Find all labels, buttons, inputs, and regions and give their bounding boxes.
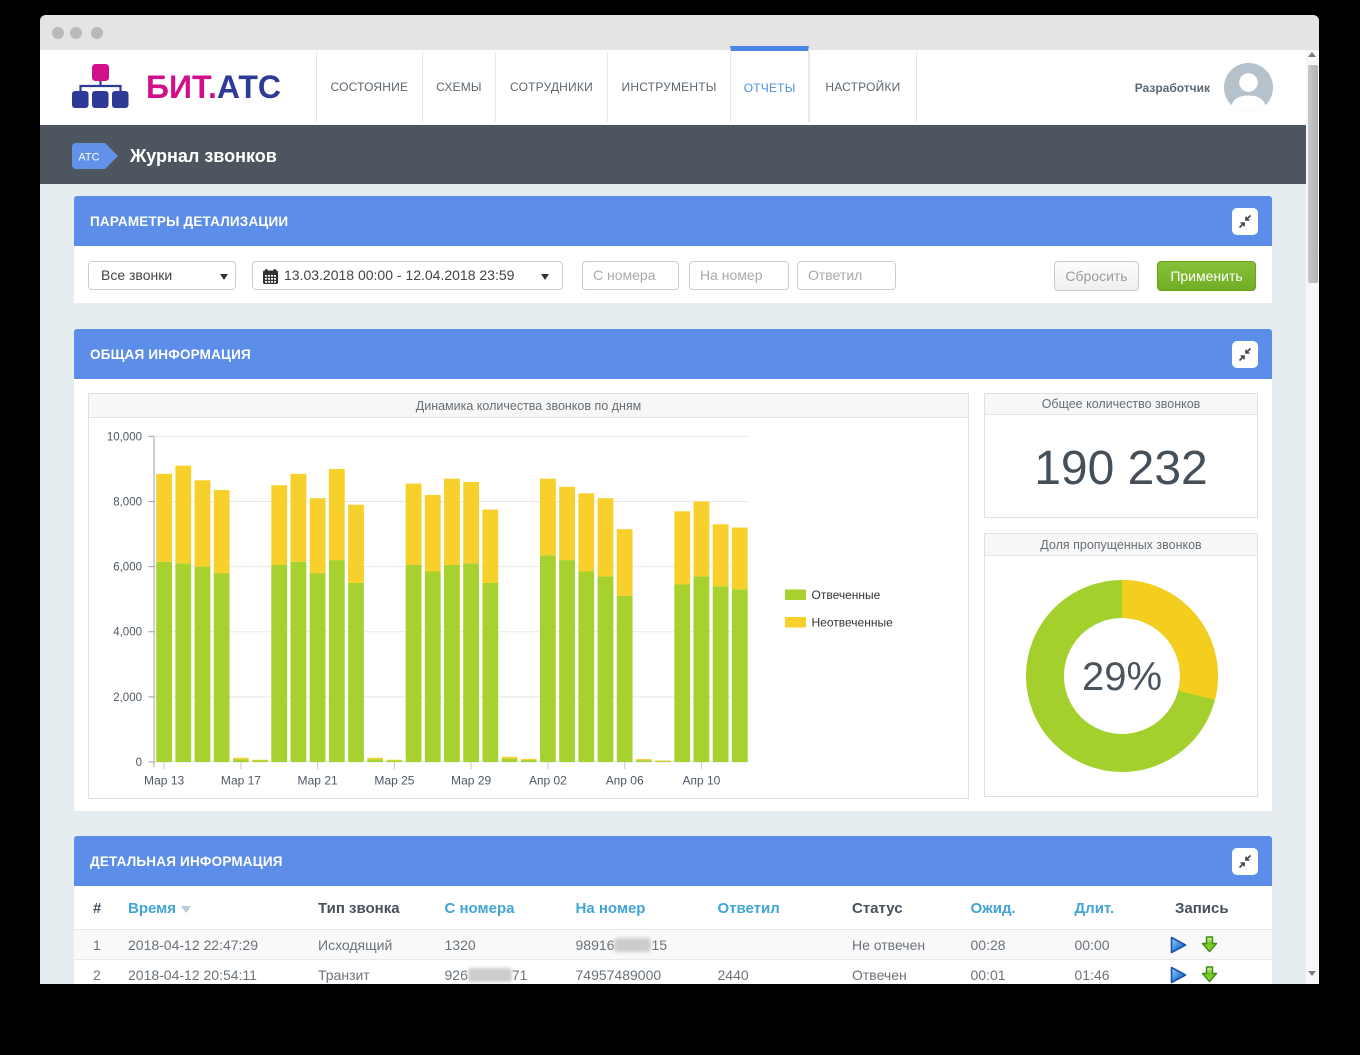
svg-text:Мар 17: Мар 17 xyxy=(221,774,261,788)
svg-text:8,000: 8,000 xyxy=(113,496,142,508)
svg-text:Апр 10: Апр 10 xyxy=(682,774,720,788)
svg-text:Мар 29: Мар 29 xyxy=(451,774,491,788)
svg-text:Апр 06: Апр 06 xyxy=(606,774,644,788)
svg-text:6,000: 6,000 xyxy=(113,562,142,574)
svg-text:АТС: АТС xyxy=(78,152,99,164)
svg-text:Отвеченные: Отвеченные xyxy=(812,588,881,602)
svg-text:29%: 29% xyxy=(1082,655,1162,699)
svg-text:4,000: 4,000 xyxy=(113,627,142,639)
svg-text:10,000: 10,000 xyxy=(107,431,142,443)
svg-text:Мар 25: Мар 25 xyxy=(374,774,414,788)
svg-text:2,000: 2,000 xyxy=(113,692,142,704)
svg-text:0: 0 xyxy=(136,757,142,769)
svg-text:Мар 13: Мар 13 xyxy=(144,774,184,788)
svg-text:Апр 02: Апр 02 xyxy=(529,774,567,788)
svg-text:Неотвеченные: Неотвеченные xyxy=(812,616,894,630)
svg-text:Мар 21: Мар 21 xyxy=(298,774,338,788)
